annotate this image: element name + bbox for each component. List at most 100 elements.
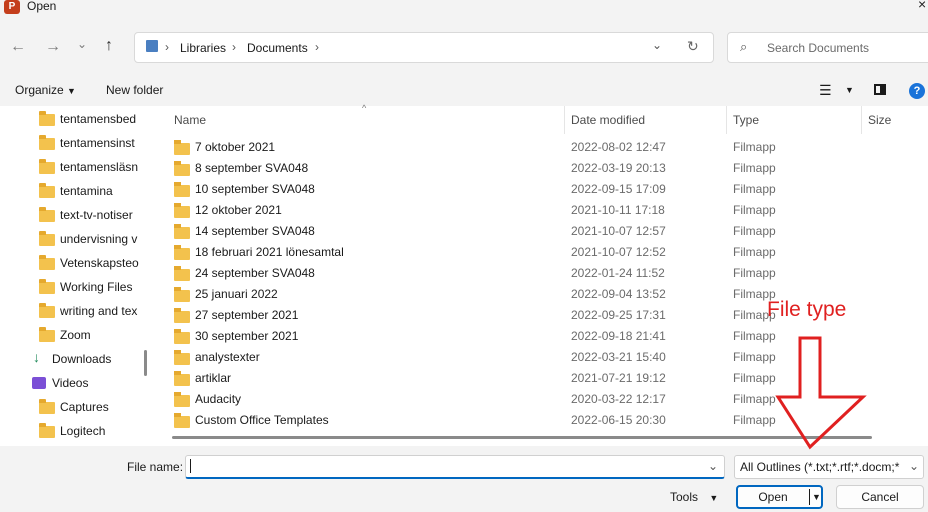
file-row[interactable]: 24 september SVA048 2022-01-24 11:52 Filma… [156,264,928,285]
forward-arrow-icon[interactable]: → [45,38,61,56]
address-dropdown-icon[interactable]: ⌄ [652,38,662,52]
view-options-icon[interactable]: ☰ [819,82,832,99]
file-date-modified: 2022-09-15 17:09 [571,182,666,196]
folder-icon [39,159,55,174]
sidebar-item[interactable]: Logitech [60,420,170,442]
tools-button[interactable]: Tools ▼ [670,490,718,504]
file-name-input[interactable] [185,455,725,479]
file-name: 18 februari 2021 lönesamtal [195,245,344,259]
help-icon[interactable]: ? [909,83,925,99]
file-name: 7 oktober 2021 [195,140,276,154]
file-date-modified: 2021-07-21 19:12 [571,371,666,385]
folder-icon [39,207,55,222]
file-type: Filmapp [733,413,776,427]
folder-icon [174,161,190,176]
search-placeholder[interactable]: Search Documents [767,41,869,55]
open-label: Open [758,490,788,504]
annotation-label: File type [767,298,847,321]
text-caret [190,459,191,473]
file-row[interactable]: 14 september SVA048 2021-10-07 12:57 Filma… [156,222,928,243]
file-date-modified: 2022-03-21 15:40 [571,350,666,364]
sidebar-item[interactable]: Zoom [60,324,170,346]
file-date-modified: 2022-03-19 20:13 [571,161,666,175]
view-chevron-down-icon[interactable]: ▼ [845,85,854,95]
file-type: Filmapp [733,224,776,238]
sidebar-item[interactable]: writing and tex [60,300,170,322]
file-row[interactable]: 10 september SVA048 2022-09-15 17:09 Filma… [156,180,928,201]
file-name: 24 september SVA048 [195,266,315,280]
file-type: Filmapp [733,266,776,280]
folder-icon [39,111,55,126]
column-header-name[interactable]: Name [174,113,206,127]
file-date-modified: 2021-10-11 17:18 [571,203,665,217]
sidebar-item[interactable]: text-tv-notiser [60,204,170,226]
file-name: 8 september SVA048 [195,161,309,175]
folder-icon [39,303,55,318]
file-type: Filmapp [733,182,776,196]
file-type: Filmapp [733,350,776,364]
sidebar-item[interactable]: tentamina [60,180,170,202]
column-header-type[interactable]: Type [733,113,759,127]
file-date-modified: 2022-01-24 11:52 [571,266,665,280]
horizontal-scrollbar[interactable] [172,436,872,439]
sidebar-item[interactable]: tentamensinst [60,132,170,154]
sidebar-item[interactable]: tentamensbed [60,108,170,130]
close-icon[interactable]: × [918,0,926,12]
open-button[interactable]: Open ▼ [736,485,823,509]
sidebar-item[interactable]: tentamensläsn [60,156,170,178]
tools-label: Tools [670,490,699,504]
file-name: 10 september SVA048 [195,182,315,196]
folder-icon [39,255,55,270]
file-name: Audacity [195,392,242,406]
file-type-value: All Outlines (*.txt;*.rtf;*.docm;* [740,460,900,474]
file-type: Filmapp [733,161,776,175]
column-header-date-modified[interactable]: Date modified [571,113,645,127]
column-separator[interactable] [861,106,862,134]
file-date-modified: 2022-09-18 21:41 [571,329,666,343]
sidebar-item[interactable]: Captures [60,396,170,418]
file-type-chevron-down-icon[interactable]: ⌄ [909,459,920,473]
file-row[interactable]: 12 oktober 2021 2021-10-11 17:18 Filmapp [156,201,928,222]
sidebar-item[interactable]: Vetenskapsteo [60,252,170,274]
window-title: Open [27,0,57,13]
breadcrumb-documents[interactable]: Documents [247,41,308,55]
sidebar-item[interactable]: undervisning v [60,228,170,250]
file-row[interactable]: 7 oktober 2021 2022-08-02 12:47 Filmapp [156,138,928,159]
file-name: 30 september 2021 [195,329,299,343]
sidebar-item[interactable]: Working Files [60,276,170,298]
breadcrumb-libraries[interactable]: Libraries [180,41,226,55]
file-date-modified: 2022-08-02 12:47 [571,140,666,154]
file-date-modified: 2022-09-25 17:31 [571,308,666,322]
column-separator[interactable] [726,106,727,134]
file-type-select[interactable]: All Outlines (*.txt;*.rtf;*.docm;* [734,455,924,479]
folder-icon [174,308,190,323]
recent-locations-chevron-icon[interactable]: ⌄ [77,37,87,51]
back-arrow-icon[interactable]: ← [10,38,26,56]
file-type: Filmapp [733,371,776,385]
file-row[interactable]: 8 september SVA048 2022-03-19 20:13 Filmap… [156,159,928,180]
organize-label: Organize [15,83,64,97]
folder-icon [39,183,55,198]
refresh-icon[interactable]: ↻ [687,38,699,55]
up-arrow-icon[interactable]: ↑ [105,37,113,55]
folder-icon [174,224,190,239]
file-name-dropdown-icon[interactable]: ⌄ [708,459,718,473]
nav-pane-scrollbar[interactable] [144,350,147,376]
file-row[interactable]: 18 februari 2021 lönesamtal 2021-10-07 12… [156,243,928,264]
breadcrumb-separator-icon[interactable]: › [315,40,319,54]
folder-icon [174,245,190,260]
open-options-chevron-icon[interactable]: ▼ [812,487,821,507]
new-folder-button[interactable]: New folder [106,83,163,97]
chevron-down-icon: ▼ [67,86,76,96]
file-name: analystexter [195,350,260,364]
libraries-icon [146,40,158,52]
sort-ascending-icon: ^ [362,103,367,113]
folder-icon [174,287,190,302]
organize-button[interactable]: Organize ▼ [15,83,76,97]
red-arrow-shape [775,336,867,450]
column-header-size[interactable]: Size [868,113,891,127]
file-date-modified: 2020-03-22 12:17 [571,392,666,406]
column-separator[interactable] [564,106,565,134]
cancel-button[interactable]: Cancel [836,485,924,509]
file-name: Custom Office Templates [195,413,329,427]
